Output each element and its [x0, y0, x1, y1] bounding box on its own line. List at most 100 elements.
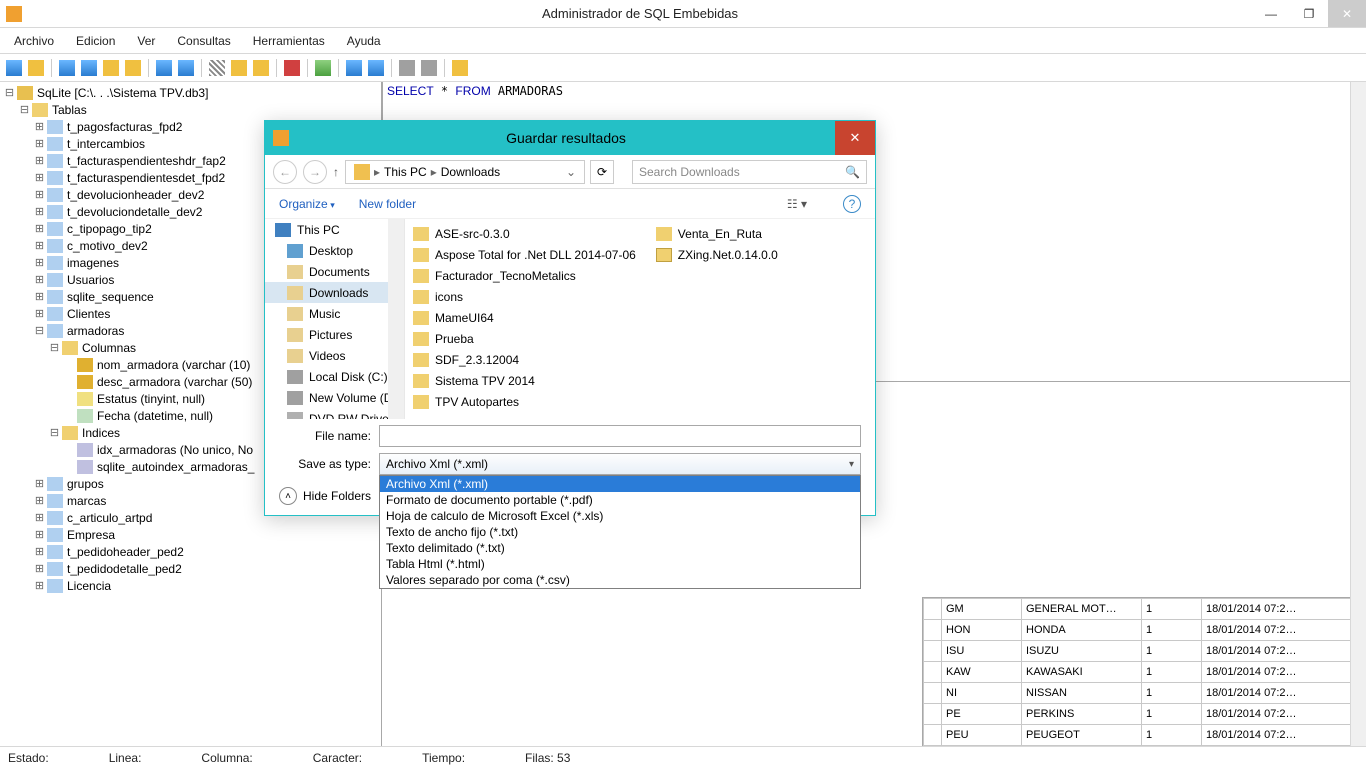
grid-cell[interactable]: ISUZU	[1022, 641, 1142, 662]
tb-save[interactable]	[57, 58, 77, 78]
grid-cell[interactable]: PEU	[942, 725, 1022, 746]
tree-expand-icon[interactable]: ⊞	[34, 579, 45, 592]
menu-consultas[interactable]: Consultas	[167, 31, 240, 51]
grid-cell[interactable]: 1	[1142, 662, 1202, 683]
tree-expand-icon[interactable]: ⊟	[19, 103, 30, 116]
tb-copy[interactable]	[229, 58, 249, 78]
filetype-option[interactable]: Texto delimitado (*.txt)	[380, 540, 860, 556]
navpane-scrollbar[interactable]	[388, 219, 404, 419]
grid-cell[interactable]: KAW	[942, 662, 1022, 683]
tree-expand-icon[interactable]: ⊞	[34, 562, 45, 575]
tree-item[interactable]: ⊞Empresa	[0, 526, 381, 543]
tree-item[interactable]: ⊟SqLite [C:\. . .\Sistema TPV.db3]	[0, 84, 381, 101]
grid-cell[interactable]: ISU	[942, 641, 1022, 662]
tree-item[interactable]: ⊞Licencia	[0, 577, 381, 594]
dialog-close-button[interactable]: ✕	[835, 121, 875, 155]
menu-ver[interactable]: Ver	[127, 31, 165, 51]
new-folder-button[interactable]: New folder	[359, 197, 416, 211]
tree-expand-icon[interactable]: ⊟	[4, 86, 15, 99]
tree-item[interactable]: ⊞t_pedidoheader_ped2	[0, 543, 381, 560]
filetype-option[interactable]: Texto de ancho fijo (*.txt)	[380, 524, 860, 540]
grid-cell[interactable]: NISSAN	[1022, 683, 1142, 704]
nav-item[interactable]: Videos	[265, 345, 404, 366]
file-item[interactable]: SDF_2.3.12004	[413, 349, 636, 370]
tree-expand-icon[interactable]: ⊞	[34, 171, 45, 184]
search-input[interactable]: Search Downloads 🔍	[632, 160, 867, 184]
filetype-option[interactable]: Hoja de calculo de Microsoft Excel (*.xl…	[380, 508, 860, 524]
row-header[interactable]	[924, 704, 942, 725]
tree-expand-icon[interactable]: ⊞	[34, 205, 45, 218]
filetype-option[interactable]: Tabla Html (*.html)	[380, 556, 860, 572]
saveastype-dropdown[interactable]: Archivo Xml (*.xml)Formato de documento …	[379, 475, 861, 589]
result-grid[interactable]: GMGENERAL MOT…118/01/2014 07:2…HONHONDA1…	[922, 597, 1362, 746]
nav-item[interactable]: New Volume (D	[265, 387, 404, 408]
tree-expand-icon[interactable]: ⊞	[34, 154, 45, 167]
grid-cell[interactable]: 1	[1142, 725, 1202, 746]
tree-expand-icon[interactable]: ⊞	[34, 137, 45, 150]
filename-input[interactable]	[379, 425, 861, 447]
tree-expand-icon[interactable]: ⊞	[34, 511, 45, 524]
nav-item[interactable]: Desktop	[265, 240, 404, 261]
nav-item[interactable]: Documents	[265, 261, 404, 282]
bc-thispc[interactable]: This PC	[384, 165, 427, 179]
nav-item[interactable]: DVD RW Drive (	[265, 408, 404, 419]
tb-undo[interactable]	[154, 58, 174, 78]
hide-folders-icon[interactable]: ˄	[279, 487, 297, 505]
tb-redo[interactable]	[176, 58, 196, 78]
tb-warn[interactable]	[282, 58, 302, 78]
tree-expand-icon[interactable]: ⊞	[34, 528, 45, 541]
tree-expand-icon[interactable]: ⊞	[34, 256, 45, 269]
grid-cell[interactable]: 18/01/2014 07:2…	[1202, 683, 1361, 704]
filetype-option[interactable]: Formato de documento portable (*.pdf)	[380, 492, 860, 508]
file-pane[interactable]: ASE-src-0.3.0Aspose Total for .Net DLL 2…	[405, 219, 875, 419]
close-button[interactable]: ✕	[1328, 0, 1366, 27]
nav-item[interactable]: Local Disk (C:)	[265, 366, 404, 387]
file-item[interactable]: TPV Autopartes	[413, 391, 636, 412]
hide-folders-button[interactable]: Hide Folders	[303, 489, 371, 503]
row-header[interactable]	[924, 725, 942, 746]
tb-refresh[interactable]	[344, 58, 364, 78]
view-button[interactable]: ☷ ▾	[787, 197, 807, 211]
file-item[interactable]: MameUI64	[413, 307, 636, 328]
filetype-option[interactable]: Valores separado por coma (*.csv)	[380, 572, 860, 588]
maximize-button[interactable]: ❐	[1290, 0, 1328, 27]
grid-cell[interactable]: 18/01/2014 07:2…	[1202, 599, 1361, 620]
grid-cell[interactable]: 1	[1142, 704, 1202, 725]
grid-cell[interactable]: 18/01/2014 07:2…	[1202, 641, 1361, 662]
tb-cut[interactable]	[207, 58, 227, 78]
bc-downloads[interactable]: Downloads	[441, 165, 500, 179]
tree-expand-icon[interactable]: ⊞	[34, 290, 45, 303]
tree-expand-icon[interactable]: ⊞	[34, 545, 45, 558]
file-item[interactable]: ASE-src-0.3.0	[413, 223, 636, 244]
tree-expand-icon[interactable]: ⊞	[34, 239, 45, 252]
tree-expand-icon[interactable]: ⊞	[34, 273, 45, 286]
tree-expand-icon[interactable]: ⊞	[34, 307, 45, 320]
minimize-button[interactable]: —	[1252, 0, 1290, 27]
tree-expand-icon[interactable]: ⊟	[49, 426, 60, 439]
tree-expand-icon[interactable]: ⊟	[34, 324, 45, 337]
tree-expand-icon[interactable]: ⊞	[34, 188, 45, 201]
file-item[interactable]: Aspose Total for .Net DLL 2014-07-06	[413, 244, 636, 265]
grid-cell[interactable]: 18/01/2014 07:2…	[1202, 725, 1361, 746]
grid-cell[interactable]: 18/01/2014 07:2…	[1202, 620, 1361, 641]
file-item[interactable]: Sistema TPV 2014	[413, 370, 636, 391]
tb-last[interactable]	[450, 58, 470, 78]
menu-archivo[interactable]: Archivo	[4, 31, 64, 51]
tb-script[interactable]	[101, 58, 121, 78]
filetype-option[interactable]: Archivo Xml (*.xml)	[380, 476, 860, 492]
nav-item[interactable]: This PC	[265, 219, 404, 240]
nav-back-button[interactable]: ←	[273, 160, 297, 184]
saveastype-combo[interactable]: Archivo Xml (*.xml) Archivo Xml (*.xml)F…	[379, 453, 861, 475]
tree-expand-icon[interactable]: ⊞	[34, 477, 45, 490]
row-header[interactable]	[924, 599, 942, 620]
tb-save2[interactable]	[79, 58, 99, 78]
tb-new[interactable]	[4, 58, 24, 78]
tb-list1[interactable]	[397, 58, 417, 78]
tb-open[interactable]	[26, 58, 46, 78]
tb-run[interactable]	[313, 58, 333, 78]
row-header[interactable]	[924, 683, 942, 704]
nav-up-icon[interactable]: ↑	[333, 165, 339, 179]
grid-cell[interactable]: 1	[1142, 620, 1202, 641]
nav-item[interactable]: Downloads	[265, 282, 404, 303]
tree-item[interactable]: ⊟Tablas	[0, 101, 381, 118]
